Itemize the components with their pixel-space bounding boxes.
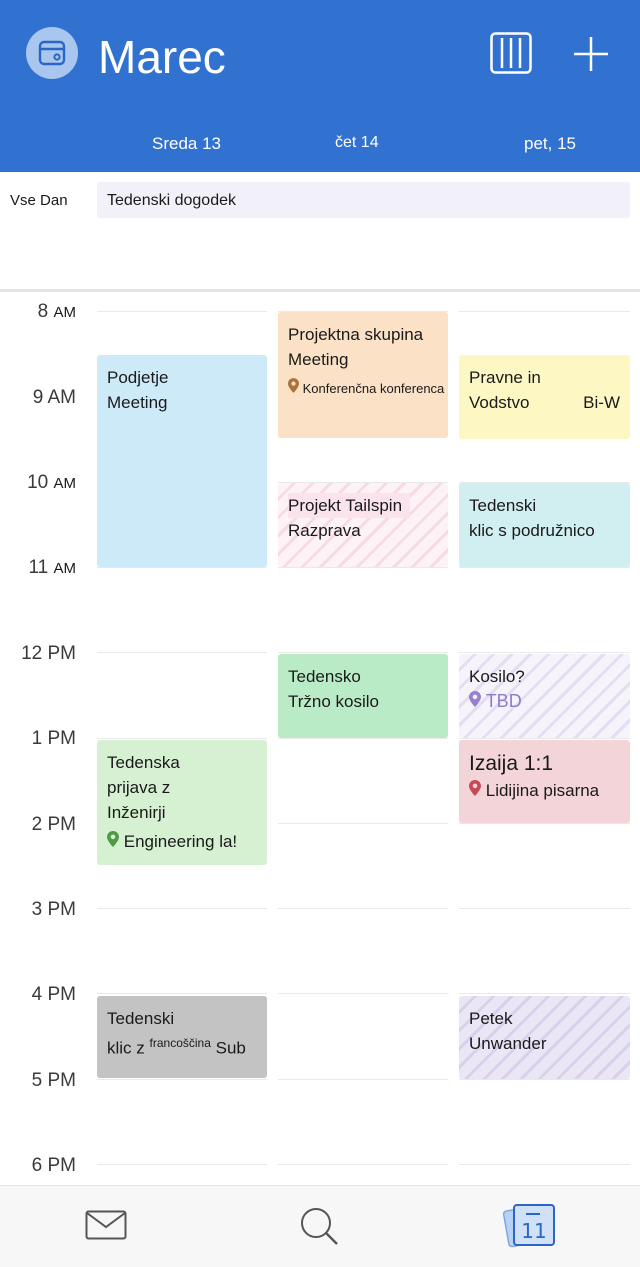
location-pin-icon (469, 780, 481, 796)
hour-gridline (97, 738, 267, 739)
hour-gridline (278, 652, 448, 653)
hour-gridline (278, 738, 448, 739)
time-label: 5 PM (31, 1070, 76, 1091)
day-header-thu[interactable]: čet 14 (335, 134, 379, 152)
hour-gridline (278, 1164, 448, 1165)
week-view-icon[interactable] (490, 32, 532, 74)
hour-gridline (278, 567, 448, 568)
search-icon[interactable] (299, 1206, 339, 1246)
hour-gridline (459, 1079, 630, 1080)
hour-gridline (459, 311, 630, 312)
hour-gridline (278, 1079, 448, 1080)
hour-gridline (278, 908, 448, 909)
hour-gridline (459, 823, 630, 824)
time-label: 1 PM (31, 728, 76, 749)
allday-event[interactable]: Tedenski dogodek (97, 182, 630, 218)
event-izaija[interactable]: Izaija 1:1 Lidijina pisarna (459, 740, 630, 823)
hour-gridline (459, 567, 630, 568)
time-label: 12 PM (21, 643, 76, 664)
hour-gridline (97, 652, 267, 653)
event-tedenski-klic[interactable]: Tedenski klic s podružnico (459, 483, 630, 567)
location-pin-icon (288, 378, 299, 393)
location-pin-icon (107, 831, 119, 847)
event-petek-unwander[interactable]: Petek Unwander (459, 996, 630, 1079)
time-label: 2 PM (31, 814, 76, 835)
day-header-fri[interactable]: pet, 15 (524, 134, 576, 154)
location-pin-icon (469, 691, 481, 707)
time-label: 6 PM (31, 1155, 76, 1176)
plus-icon[interactable] (572, 35, 610, 73)
hour-gridline (278, 823, 448, 824)
event-tedenska-prijava[interactable]: Tedenska prijava z Inženirji Engineering… (97, 740, 267, 865)
hour-gridline (459, 908, 630, 909)
time-label: 8 AM (37, 301, 76, 322)
bottom-tab-bar: 11 (0, 1185, 640, 1267)
calendar-icon[interactable]: 11 (502, 1202, 560, 1248)
time-label: 11 AM (28, 557, 76, 578)
event-pravne-vodstvo[interactable]: Pravne in Vodstvo Bi-W (459, 355, 630, 439)
hour-gridline (459, 993, 630, 994)
calendar-app-icon[interactable] (26, 27, 78, 79)
allday-divider (0, 289, 640, 292)
event-klic-francoscina[interactable]: Tedenski klic z francoščina Sub (97, 996, 267, 1078)
day-header-wed[interactable]: Sreda 13 (152, 134, 221, 154)
time-label: 10 AM (27, 472, 76, 493)
event-podjetje-meeting[interactable]: Podjetje Meeting (97, 355, 267, 567)
event-projektna-skupina[interactable]: Projektna skupina Meeting Konferenčna ko… (278, 312, 448, 438)
hour-gridline (459, 738, 630, 739)
month-title[interactable]: Marec (98, 30, 226, 84)
time-label: 3 PM (31, 899, 76, 920)
hour-gridline (97, 993, 267, 994)
hour-gridline (97, 1164, 267, 1165)
app-header: Marec Sreda 13 čet 14 pet, 15 (0, 0, 640, 172)
hour-gridline (97, 1079, 267, 1080)
event-projekt-tailspin[interactable]: Projekt Tailspin Razprava (278, 483, 448, 567)
hour-gridline (278, 993, 448, 994)
time-label: 4 PM (31, 984, 76, 1005)
allday-label: Vse Dan (10, 192, 68, 209)
hour-gridline (97, 908, 267, 909)
hour-gridline (97, 567, 267, 568)
mail-icon[interactable] (85, 1210, 127, 1240)
hour-gridline (97, 311, 267, 312)
time-label: 9 AM (32, 387, 76, 408)
event-trzno-kosilo[interactable]: Tedensko Tržno kosilo (278, 654, 448, 738)
event-kosilo[interactable]: Kosilo? TBD (459, 654, 630, 738)
calendar-day-number: 11 (521, 1219, 546, 1243)
hour-gridline (459, 652, 630, 653)
hour-gridline (459, 1164, 630, 1165)
